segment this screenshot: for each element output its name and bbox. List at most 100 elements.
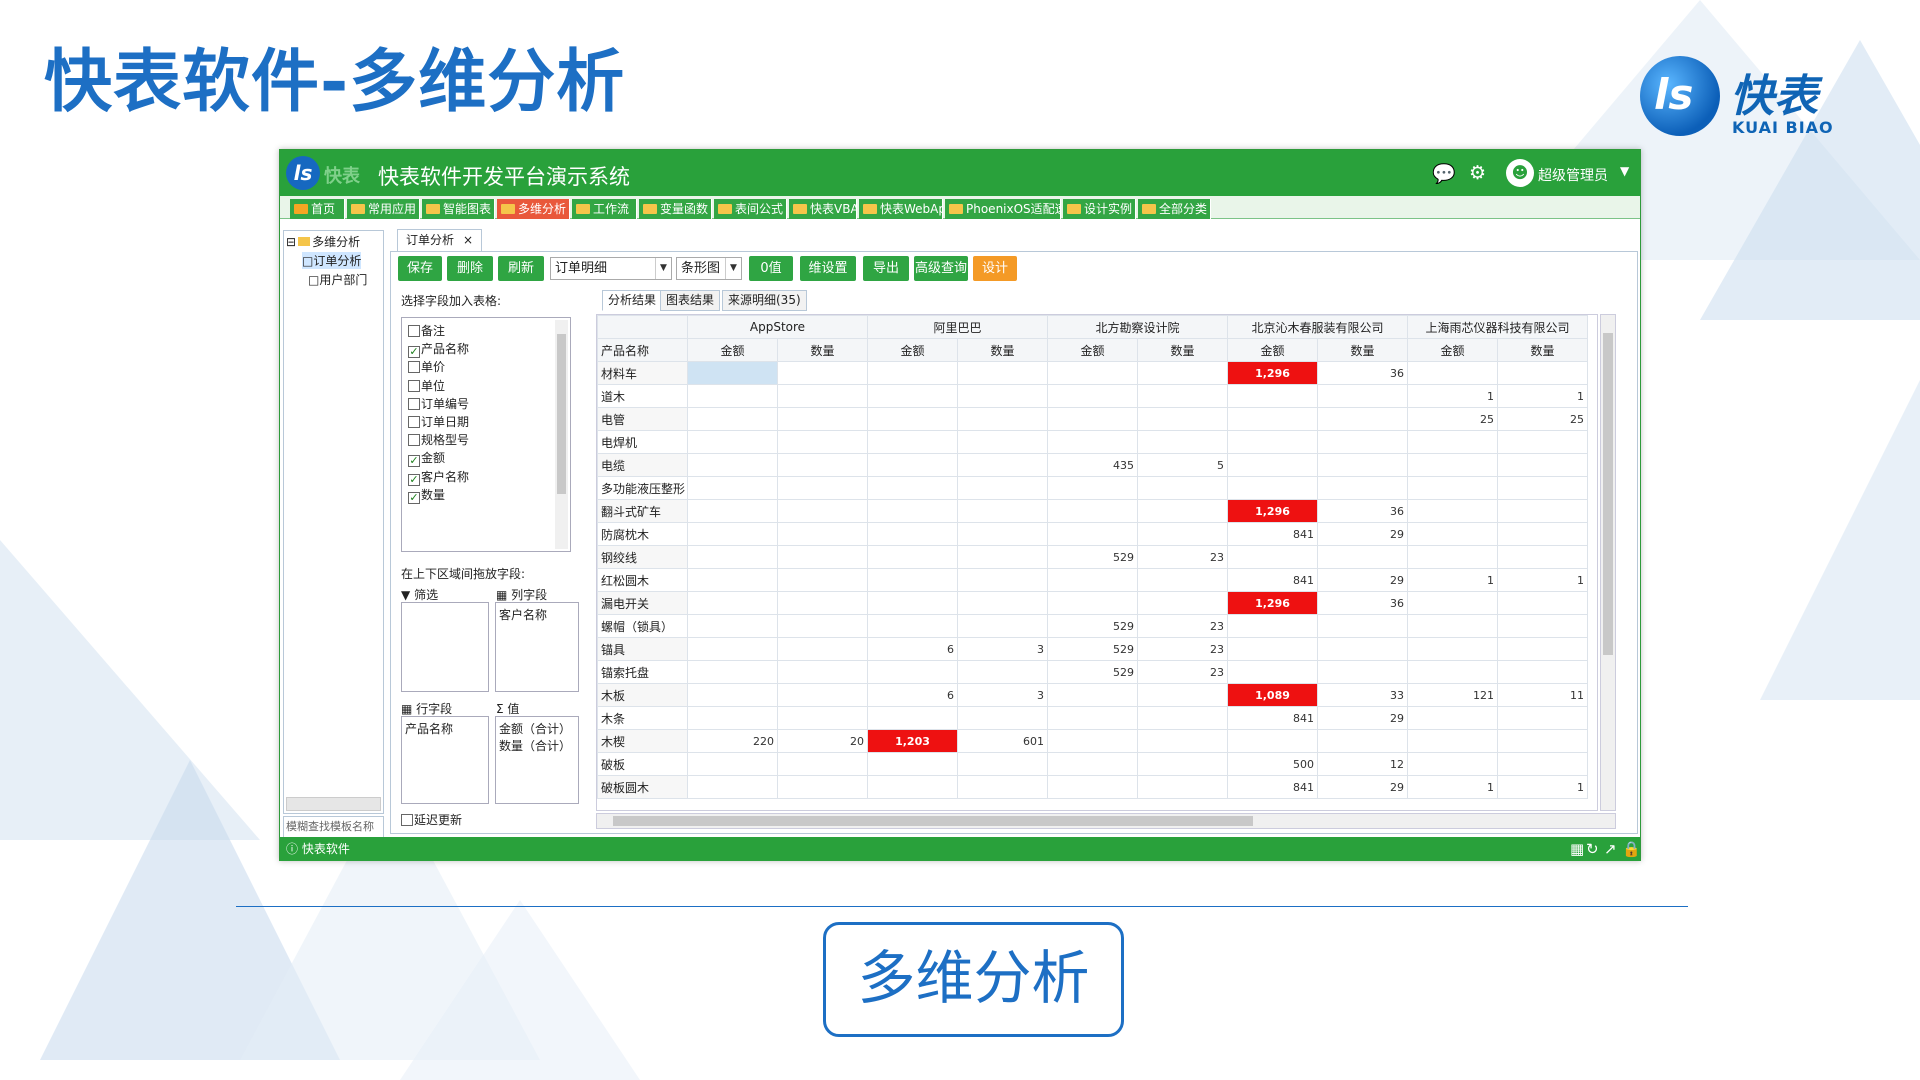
value-zone[interactable]: 金额（合计） 数量（合计） xyxy=(495,716,579,804)
menu-vba[interactable]: 快表VBA xyxy=(789,199,857,219)
scroll-thumb[interactable] xyxy=(557,334,566,494)
user-name[interactable]: 超级管理员 xyxy=(1538,165,1608,185)
reload-icon[interactable]: ↻ xyxy=(1586,837,1599,861)
pivot-cell[interactable]: 23 xyxy=(1137,614,1228,638)
pivot-cell[interactable] xyxy=(687,545,778,569)
pivot-cell[interactable] xyxy=(1497,752,1588,776)
pivot-cell[interactable] xyxy=(867,775,958,799)
menu-webapp[interactable]: 快表WebApp xyxy=(859,199,943,219)
checkbox[interactable] xyxy=(408,361,420,373)
pivot-cell[interactable]: 1 xyxy=(1407,775,1498,799)
pivot-cell[interactable]: 121 xyxy=(1407,683,1498,707)
pivot-cell[interactable] xyxy=(1497,706,1588,730)
pivot-cell[interactable] xyxy=(957,453,1048,477)
pivot-cell[interactable] xyxy=(867,660,958,684)
pivot-cell[interactable] xyxy=(687,591,778,615)
pivot-cell[interactable] xyxy=(957,522,1048,546)
pivot-cell[interactable]: 23 xyxy=(1137,637,1228,661)
pivot-cell[interactable] xyxy=(687,660,778,684)
pivot-cell[interactable] xyxy=(1227,407,1318,431)
save-button[interactable]: 保存 xyxy=(398,256,442,281)
pivot-cell[interactable] xyxy=(687,614,778,638)
pivot-cell[interactable] xyxy=(957,476,1048,500)
pivot-cell[interactable] xyxy=(1407,476,1498,500)
pivot-cell[interactable] xyxy=(1317,545,1408,569)
row-label[interactable]: 钢绞线 xyxy=(597,545,688,569)
pivot-cell[interactable] xyxy=(1137,775,1228,799)
pivot-cell[interactable] xyxy=(1497,361,1588,385)
measure-header[interactable]: 金额 xyxy=(1047,338,1138,362)
pivot-cell[interactable] xyxy=(687,384,778,408)
pivot-cell[interactable]: 529 xyxy=(1047,660,1138,684)
pivot-cell[interactable] xyxy=(1497,430,1588,454)
filter-zone[interactable] xyxy=(401,602,489,692)
measure-header[interactable]: 数量 xyxy=(1317,338,1408,362)
pivot-cell[interactable]: 12 xyxy=(1317,752,1408,776)
field-item[interactable]: 单价 xyxy=(408,358,445,375)
pivot-cell[interactable]: 220 xyxy=(687,729,778,753)
pivot-cell[interactable]: 500 xyxy=(1227,752,1318,776)
tree-root[interactable]: ⊟ 多维分析 xyxy=(286,233,360,250)
pivot-cell[interactable] xyxy=(1137,729,1228,753)
grid-horizontal-scrollbar[interactable] xyxy=(596,813,1616,829)
row-label[interactable]: 破板 xyxy=(597,752,688,776)
pivot-cell[interactable]: 11 xyxy=(1497,683,1588,707)
pivot-cell[interactable] xyxy=(1047,361,1138,385)
pivot-cell[interactable] xyxy=(867,545,958,569)
measure-header[interactable]: 金额 xyxy=(1227,338,1318,362)
tree-scrollbar[interactable] xyxy=(286,797,381,811)
customer-header[interactable]: 上海雨芯仪器科技有限公司 xyxy=(1407,315,1588,339)
customer-header[interactable]: 北方勘察设计院 xyxy=(1047,315,1228,339)
pivot-cell[interactable] xyxy=(957,752,1048,776)
pivot-cell[interactable]: 529 xyxy=(1047,614,1138,638)
measure-header[interactable]: 金额 xyxy=(1407,338,1498,362)
row-label[interactable]: 电焊机 xyxy=(597,430,688,454)
menu-smart-charts[interactable]: 智能图表 xyxy=(422,199,495,219)
row-label[interactable]: 防腐枕木 xyxy=(597,522,688,546)
pivot-cell[interactable] xyxy=(1227,476,1318,500)
pivot-cell[interactable] xyxy=(957,499,1048,523)
pivot-cell[interactable]: 25 xyxy=(1497,407,1588,431)
pivot-cell[interactable] xyxy=(1137,430,1228,454)
menu-multidim-analysis[interactable]: 多维分析 xyxy=(497,199,570,219)
pivot-cell[interactable] xyxy=(687,637,778,661)
lock-icon[interactable]: 🔒 xyxy=(1622,837,1641,861)
pivot-cell[interactable] xyxy=(1137,568,1228,592)
row-field-header[interactable]: 产品名称 xyxy=(597,338,688,362)
pivot-cell[interactable] xyxy=(1497,453,1588,477)
checkbox[interactable] xyxy=(408,380,420,392)
pivot-cell[interactable] xyxy=(1227,637,1318,661)
menu-table-formulas[interactable]: 表间公式 xyxy=(714,199,787,219)
customer-header[interactable]: 阿里巴巴 xyxy=(867,315,1048,339)
pivot-cell[interactable] xyxy=(777,775,868,799)
chart-type-select[interactable]: 条形图 ▼ xyxy=(676,257,742,280)
column-zone[interactable]: 客户名称 xyxy=(495,602,579,692)
pivot-cell[interactable]: 29 xyxy=(1317,568,1408,592)
menu-home[interactable]: 首页 xyxy=(290,199,345,219)
pivot-cell[interactable] xyxy=(1047,591,1138,615)
customer-header[interactable]: 北京沁木春服装有限公司 xyxy=(1227,315,1408,339)
pivot-cell[interactable]: 1 xyxy=(1407,384,1498,408)
pivot-cell[interactable] xyxy=(1497,522,1588,546)
checkbox[interactable] xyxy=(408,398,420,410)
pivot-cell[interactable]: 1 xyxy=(1407,568,1498,592)
pivot-cell[interactable] xyxy=(957,591,1048,615)
measure-header[interactable]: 数量 xyxy=(1497,338,1588,362)
pivot-cell[interactable] xyxy=(687,752,778,776)
pivot-cell[interactable] xyxy=(867,476,958,500)
pivot-cell[interactable] xyxy=(777,407,868,431)
pivot-cell[interactable]: 33 xyxy=(1317,683,1408,707)
pivot-cell[interactable] xyxy=(957,660,1048,684)
pivot-cell[interactable] xyxy=(1497,637,1588,661)
pivot-cell[interactable] xyxy=(1047,476,1138,500)
menu-design-examples[interactable]: 设计实例 xyxy=(1063,199,1136,219)
pivot-cell[interactable]: 841 xyxy=(1227,706,1318,730)
pivot-cell[interactable] xyxy=(1137,499,1228,523)
menu-variable-functions[interactable]: 变量函数 xyxy=(639,199,712,219)
scroll-thumb[interactable] xyxy=(613,816,1253,826)
pivot-cell[interactable] xyxy=(1047,568,1138,592)
pivot-cell[interactable] xyxy=(1047,683,1138,707)
pivot-cell[interactable] xyxy=(1137,476,1228,500)
pivot-cell[interactable] xyxy=(1317,430,1408,454)
pivot-cell[interactable] xyxy=(687,453,778,477)
